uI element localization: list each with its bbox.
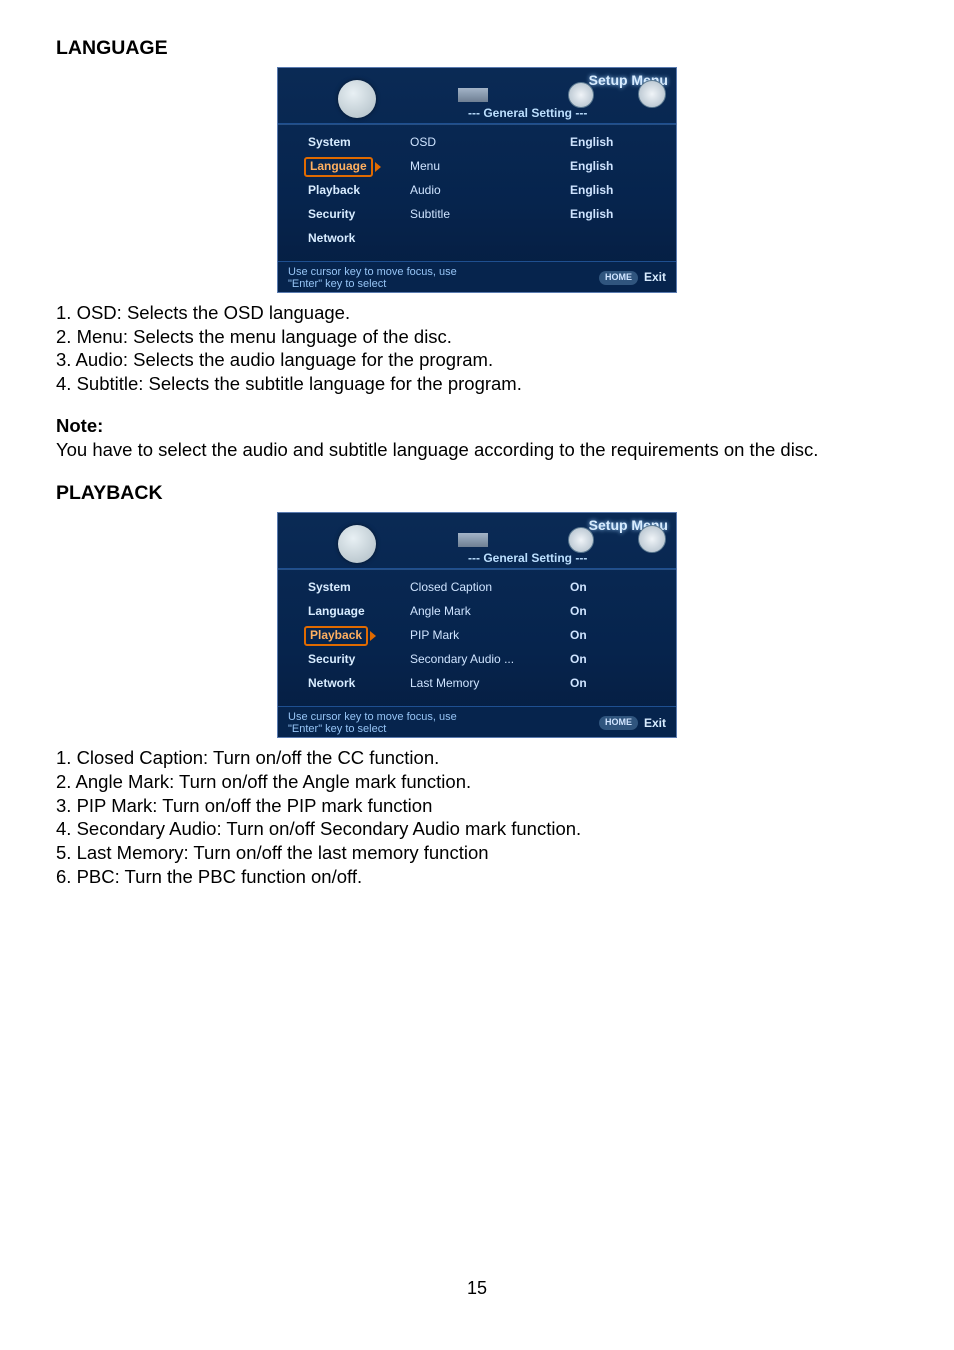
menu-row: Language Angle Mark On [290, 600, 664, 624]
disc-icon-right [638, 80, 666, 108]
right-item: On [570, 628, 664, 643]
menu-row: Language Menu English [290, 155, 664, 179]
flag-icon [458, 88, 488, 102]
general-setting-label: --- General Setting --- [468, 106, 587, 121]
left-item[interactable]: Security [290, 207, 410, 222]
screenshot-body: System Closed Caption On Language Angle … [278, 569, 676, 706]
screenshot-header: --- General Setting --- [278, 68, 676, 124]
exit-label[interactable]: Exit [644, 716, 666, 731]
left-item[interactable]: Network [290, 676, 410, 691]
right-item: English [570, 183, 664, 198]
left-item[interactable]: Playback [290, 183, 410, 198]
globe-icon [338, 525, 376, 563]
mid-item[interactable]: Subtitle [410, 207, 570, 222]
mid-item[interactable]: PIP Mark [410, 628, 570, 643]
disc-icon [568, 82, 594, 108]
menu-row: System Closed Caption On [290, 576, 664, 600]
exit-label[interactable]: Exit [644, 270, 666, 285]
left-item[interactable]: Language [290, 604, 410, 619]
right-item: English [570, 207, 664, 222]
footer-right: HOME Exit [599, 716, 666, 731]
list-item: 5. Last Memory: Turn on/off the last mem… [56, 841, 898, 865]
footer-hint-line2: "Enter" key to select [288, 278, 457, 290]
mid-item[interactable]: Menu [410, 159, 570, 174]
list-item: 3. PIP Mark: Turn on/off the PIP mark fu… [56, 794, 898, 818]
list-item: 4. Subtitle: Selects the subtitle langua… [56, 372, 898, 396]
screenshot-playback-wrap: Setup Menu --- General Setting --- Syste… [56, 512, 898, 738]
footer-hint-line1: Use cursor key to move focus, use [288, 266, 457, 278]
left-item[interactable]: System [290, 580, 410, 595]
note-body: You have to select the audio and subtitl… [56, 438, 898, 462]
mid-item[interactable]: Last Memory [410, 676, 570, 691]
right-item: English [570, 135, 664, 150]
footer-hint-line1: Use cursor key to move focus, use [288, 711, 457, 723]
right-item: On [570, 652, 664, 667]
footer-right: HOME Exit [599, 270, 666, 285]
playback-list: 1. Closed Caption: Turn on/off the CC fu… [56, 746, 898, 888]
disc-icon-right [638, 525, 666, 553]
mid-item[interactable]: OSD [410, 135, 570, 150]
home-button[interactable]: HOME [599, 271, 638, 285]
page-number: 15 [0, 1277, 954, 1300]
screenshot-body: System OSD English Language Menu English… [278, 124, 676, 261]
left-item[interactable]: System [290, 135, 410, 150]
menu-row: Network Last Memory On [290, 672, 664, 696]
section-heading-language: LANGUAGE [56, 36, 898, 61]
general-setting-label: --- General Setting --- [468, 551, 587, 566]
screenshot-footer: Use cursor key to move focus, use "Enter… [278, 706, 676, 737]
menu-row: Security Secondary Audio ... On [290, 648, 664, 672]
list-item: 4. Secondary Audio: Turn on/off Secondar… [56, 817, 898, 841]
mid-item[interactable]: Angle Mark [410, 604, 570, 619]
footer-hint-line2: "Enter" key to select [288, 723, 457, 735]
note-heading: Note: [56, 414, 898, 438]
list-item: 2. Menu: Selects the menu language of th… [56, 325, 898, 349]
mid-item[interactable]: Audio [410, 183, 570, 198]
screenshot-playback: Setup Menu --- General Setting --- Syste… [277, 512, 677, 738]
footer-hint: Use cursor key to move focus, use "Enter… [288, 266, 457, 290]
left-item-selected[interactable]: Language [304, 157, 373, 177]
left-item[interactable]: Security [290, 652, 410, 667]
screenshot-language: Setup Menu --- General Setting --- Syste… [277, 67, 677, 293]
mid-item[interactable]: Secondary Audio ... [410, 652, 570, 667]
footer-hint: Use cursor key to move focus, use "Enter… [288, 711, 457, 735]
menu-row: System OSD English [290, 131, 664, 155]
disc-icon [568, 527, 594, 553]
right-item: English [570, 159, 664, 174]
globe-icon [338, 80, 376, 118]
left-item-selected[interactable]: Playback [304, 626, 368, 646]
menu-row: Playback Audio English [290, 179, 664, 203]
menu-row: Playback PIP Mark On [290, 624, 664, 648]
screenshot-header: --- General Setting --- [278, 513, 676, 569]
right-item: On [570, 604, 664, 619]
section-heading-playback: PLAYBACK [56, 481, 898, 506]
note-block: Note: You have to select the audio and s… [56, 414, 898, 461]
menu-row: Security Subtitle English [290, 203, 664, 227]
mid-item[interactable]: Closed Caption [410, 580, 570, 595]
flag-icon [458, 533, 488, 547]
right-item: On [570, 580, 664, 595]
list-item: 1. OSD: Selects the OSD language. [56, 301, 898, 325]
list-item: 2. Angle Mark: Turn on/off the Angle mar… [56, 770, 898, 794]
list-item: 1. Closed Caption: Turn on/off the CC fu… [56, 746, 898, 770]
left-item[interactable]: Network [290, 231, 410, 246]
menu-row: Network [290, 227, 664, 251]
list-item: 3. Audio: Selects the audio language for… [56, 348, 898, 372]
language-list: 1. OSD: Selects the OSD language. 2. Men… [56, 301, 898, 396]
home-button[interactable]: HOME [599, 716, 638, 730]
screenshot-language-wrap: Setup Menu --- General Setting --- Syste… [56, 67, 898, 293]
list-item: 6. PBC: Turn the PBC function on/off. [56, 865, 898, 889]
screenshot-footer: Use cursor key to move focus, use "Enter… [278, 261, 676, 292]
right-item: On [570, 676, 664, 691]
